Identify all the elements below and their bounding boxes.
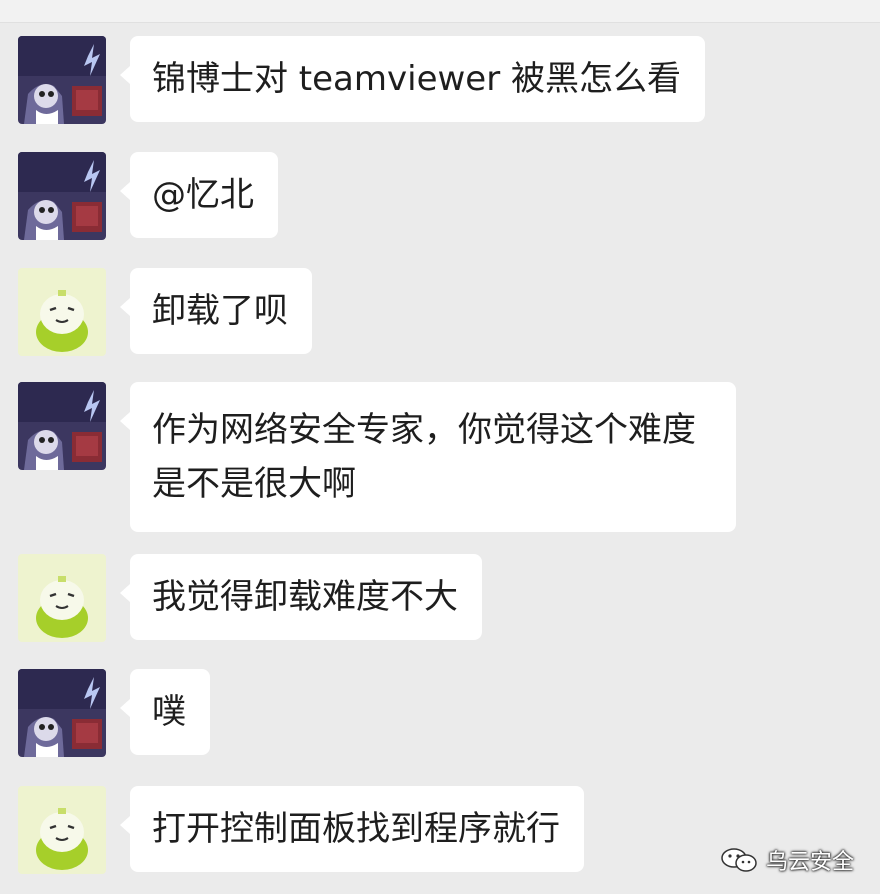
avatar-green-user[interactable] (18, 268, 106, 356)
message-text: @忆北 (152, 175, 254, 215)
avatar-purple-user[interactable] (18, 669, 106, 757)
wechat-icon (721, 848, 757, 872)
message-text: 噗 (152, 692, 186, 732)
message-text: 打开控制面板找到程序就行 (152, 809, 560, 849)
message-bubble[interactable]: 作为网络安全专家，你觉得这个难度是不是很大啊 (120, 382, 736, 532)
top-bar-edge (0, 0, 880, 23)
avatar-night-character-icon (18, 36, 106, 124)
message-bubble[interactable]: 锦博士对 teamviewer 被黑怎么看 (119, 36, 706, 122)
message-bubble[interactable]: 噗 (120, 669, 210, 755)
watermark-text: 乌云安全 (765, 850, 854, 875)
avatar-green-character-icon (18, 268, 106, 356)
avatar-night-character-icon (18, 382, 106, 470)
message-text: 我觉得卸载难度不大 (152, 577, 458, 617)
message-bubble[interactable]: @忆北 (120, 152, 278, 238)
avatar-green-character-icon (18, 554, 106, 642)
message-text: 卸载了呗 (152, 291, 288, 331)
watermark: 乌云安全 (720, 844, 854, 876)
avatar-green-user[interactable] (18, 554, 106, 642)
avatar-night-character-icon (18, 669, 106, 757)
avatar-purple-user[interactable] (18, 152, 106, 240)
message-text: 锦博士对 teamviewer 被黑怎么看 (152, 59, 682, 99)
avatar-purple-user[interactable] (18, 36, 106, 124)
avatar-green-character-icon (18, 786, 106, 874)
message-bubble[interactable]: 卸载了呗 (120, 268, 312, 354)
avatar-green-user[interactable] (18, 786, 106, 874)
message-bubble[interactable]: 我觉得卸载难度不大 (120, 554, 482, 640)
avatar-purple-user[interactable] (18, 382, 106, 470)
message-bubble[interactable]: 打开控制面板找到程序就行 (120, 786, 584, 872)
avatar-night-character-icon (18, 152, 106, 240)
message-text: 作为网络安全专家，你觉得这个难度是不是很大啊 (152, 410, 696, 504)
